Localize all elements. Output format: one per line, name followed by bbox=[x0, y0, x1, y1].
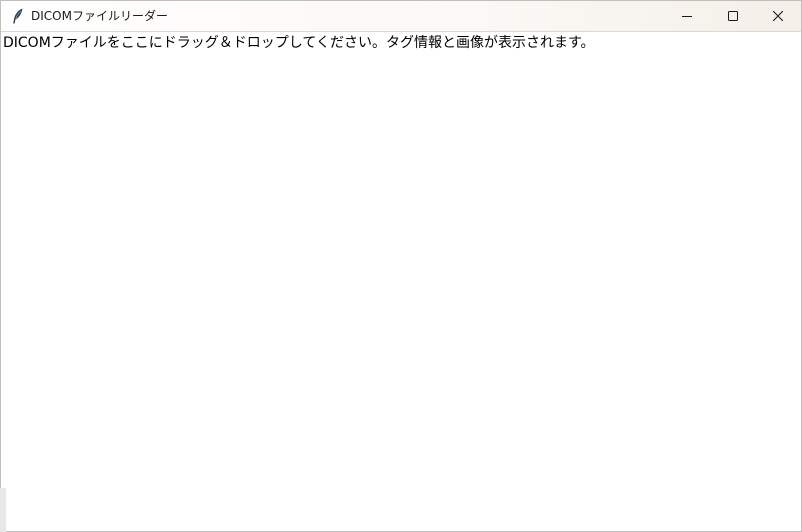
minimize-button[interactable] bbox=[664, 1, 710, 31]
window-title: DICOMファイルリーダー bbox=[31, 9, 168, 23]
close-icon bbox=[773, 11, 783, 21]
drop-area[interactable]: DICOMファイルをここにドラッグ＆ドロップしてください。タグ情報と画像が表示さ… bbox=[1, 32, 801, 531]
close-button[interactable] bbox=[755, 1, 801, 31]
drop-instruction-label: DICOMファイルをここにドラッグ＆ドロップしてください。タグ情報と画像が表示さ… bbox=[3, 35, 595, 51]
minimize-icon bbox=[682, 16, 692, 17]
maximize-icon bbox=[728, 11, 738, 21]
title-bar[interactable]: DICOMファイルリーダー bbox=[1, 1, 801, 32]
app-window: DICOMファイルリーダー DICOMファイルをここにドラッグ＆ドロップしてくだ… bbox=[0, 0, 802, 532]
feather-icon bbox=[10, 7, 26, 25]
background-strip bbox=[0, 488, 6, 532]
maximize-button[interactable] bbox=[710, 1, 756, 31]
